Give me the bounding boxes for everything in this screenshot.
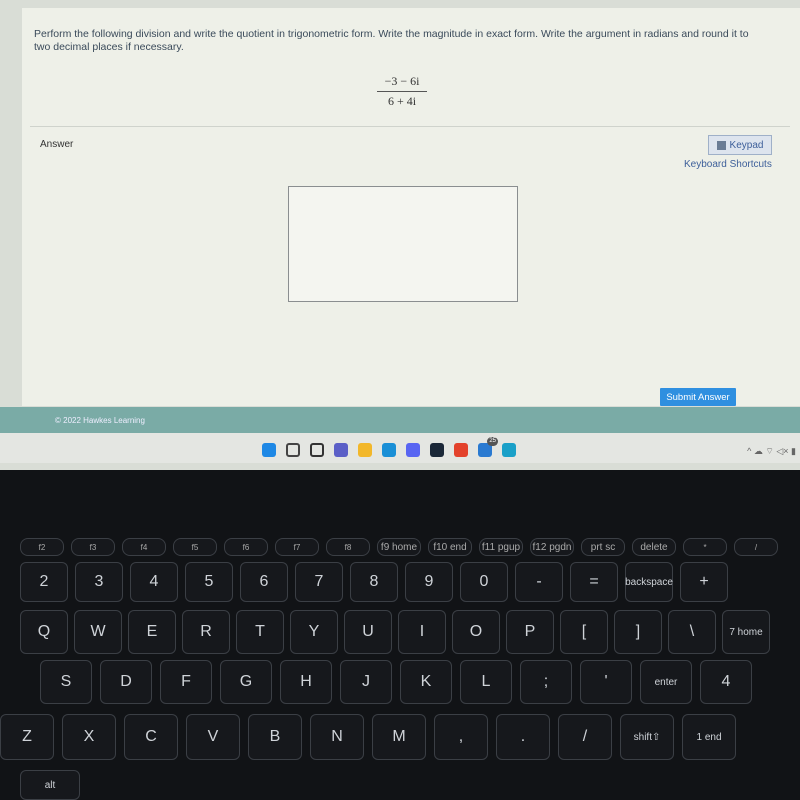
system-tray[interactable]: ^ ☁ ⌔ ◁× ▮ — [747, 446, 796, 457]
mail-icon[interactable]: 25 — [478, 437, 498, 457]
key-9-num_row[interactable]: - — [515, 562, 563, 602]
key-8-q_row[interactable]: O — [452, 610, 500, 654]
edge-dev-icon[interactable] — [502, 443, 516, 457]
submit-answer-button[interactable]: Submit Answer — [660, 388, 736, 406]
key-1-a_row[interactable]: D — [100, 660, 152, 704]
file-explorer-icon[interactable] — [358, 443, 372, 457]
key-3-q_row[interactable]: R — [182, 610, 230, 654]
key-8-num_row[interactable]: 0 — [460, 562, 508, 602]
key-5-a_row[interactable]: J — [340, 660, 392, 704]
key-8-fn_row[interactable]: f10 end — [428, 538, 472, 556]
key-3-fn_row[interactable]: f5 — [173, 538, 217, 556]
key-3-a_row[interactable]: G — [220, 660, 272, 704]
key-7-a_row[interactable]: L — [460, 660, 512, 704]
key-2-a_row[interactable]: F — [160, 660, 212, 704]
question-text: Perform the following division and write… — [34, 28, 749, 53]
key-4-num_row[interactable]: 6 — [240, 562, 288, 602]
key-1-z_row[interactable]: X — [62, 714, 116, 760]
key-11-a_row[interactable]: 4 — [700, 660, 752, 704]
taskbar: 25 ^ ☁ ⌔ ◁× ▮ — [0, 433, 800, 463]
question-page: Perform the following division and write… — [22, 8, 800, 406]
key-2-q_row[interactable]: E — [128, 610, 176, 654]
key-0-num_row[interactable]: 2 — [20, 562, 68, 602]
keypad-label: Keypad — [729, 139, 764, 151]
key-14-fn_row[interactable]: / — [734, 538, 778, 556]
edge-icon[interactable] — [382, 443, 396, 457]
key-3-num_row[interactable]: 5 — [185, 562, 233, 602]
search-icon[interactable] — [286, 443, 300, 457]
key-1-q_row[interactable]: W — [74, 610, 122, 654]
key-0-fn_row[interactable]: f2 — [20, 538, 64, 556]
key-0-q_row[interactable]: Q — [20, 610, 68, 654]
key-10-a_row[interactable]: enter — [640, 660, 692, 704]
key-7-num_row[interactable]: 9 — [405, 562, 453, 602]
key-11-fn_row[interactable]: prt sc — [581, 538, 625, 556]
key-0-a_row[interactable]: S — [40, 660, 92, 704]
key-2-fn_row[interactable]: f4 — [122, 538, 166, 556]
mail-badge: 25 — [487, 437, 498, 446]
key-4-q_row[interactable]: T — [236, 610, 284, 654]
key-10-fn_row[interactable]: f12 pgdn — [530, 538, 574, 556]
key-5-fn_row[interactable]: f7 — [275, 538, 319, 556]
key-11-q_row[interactable]: ] — [614, 610, 662, 654]
key-10-num_row[interactable]: = — [570, 562, 618, 602]
windows-start-icon[interactable] — [262, 443, 276, 457]
key-6-fn_row[interactable]: f8 — [326, 538, 370, 556]
key-4-fn_row[interactable]: f6 — [224, 538, 268, 556]
key-6-q_row[interactable]: U — [344, 610, 392, 654]
key-11-num_row[interactable]: backspace — [625, 562, 673, 602]
teams-chat-icon[interactable] — [334, 443, 348, 457]
key-9-a_row[interactable]: ' — [580, 660, 632, 704]
laptop-keyboard: f2 f3 f4 f5 f6 f7 f8 f9 home f10 end f11 pgup f12 … — [0, 470, 800, 800]
fraction-expression: −3 − 6i 6 + 4i — [377, 74, 427, 109]
key-11-z_row[interactable]: 1 end — [682, 714, 736, 760]
key-10-z_row[interactable]: shift⇧ — [620, 714, 674, 760]
keyboard-shortcuts-link[interactable]: Keyboard Shortcuts — [684, 159, 772, 170]
key-5-num_row[interactable]: 7 — [295, 562, 343, 602]
key-7-fn_row[interactable]: f9 home — [377, 538, 421, 556]
office-icon[interactable] — [454, 443, 468, 457]
divider — [30, 126, 790, 127]
laptop-screen: Perform the following division and write… — [0, 0, 800, 470]
key-7-q_row[interactable]: I — [398, 610, 446, 654]
key-5-z_row[interactable]: N — [310, 714, 364, 760]
key-12-num_row[interactable]: + — [680, 562, 728, 602]
key-9-z_row[interactable]: / — [558, 714, 612, 760]
key-0-bottom_row[interactable]: alt — [20, 770, 80, 800]
key-13-q_row[interactable]: 7 home — [722, 610, 770, 654]
denominator: 6 + 4i — [387, 94, 417, 108]
key-7-z_row[interactable]: , — [434, 714, 488, 760]
key-4-a_row[interactable]: H — [280, 660, 332, 704]
steam-icon[interactable] — [430, 443, 444, 457]
copyright: © 2022 Hawkes Learning — [55, 416, 145, 425]
key-8-a_row[interactable]: ; — [520, 660, 572, 704]
key-13-fn_row[interactable]: * — [683, 538, 727, 556]
key-5-q_row[interactable]: Y — [290, 610, 338, 654]
footer: © 2022 Hawkes Learning — [0, 407, 800, 433]
key-8-z_row[interactable]: . — [496, 714, 550, 760]
key-12-fn_row[interactable]: delete — [632, 538, 676, 556]
key-6-a_row[interactable]: K — [400, 660, 452, 704]
calculator-icon — [716, 140, 726, 150]
key-9-q_row[interactable]: P — [506, 610, 554, 654]
key-10-q_row[interactable]: [ — [560, 610, 608, 654]
key-0-z_row[interactable]: Z — [0, 714, 54, 760]
key-4-z_row[interactable]: B — [248, 714, 302, 760]
key-6-z_row[interactable]: M — [372, 714, 426, 760]
answer-label: Answer — [40, 139, 74, 150]
answer-input[interactable] — [288, 186, 518, 302]
keypad-button[interactable]: Keypad — [708, 135, 772, 155]
task-view-icon[interactable] — [310, 443, 324, 457]
key-12-q_row[interactable]: \ — [668, 610, 716, 654]
key-1-fn_row[interactable]: f3 — [71, 538, 115, 556]
discord-icon[interactable] — [406, 443, 420, 457]
key-9-fn_row[interactable]: f11 pgup — [479, 538, 523, 556]
key-3-z_row[interactable]: V — [186, 714, 240, 760]
key-2-num_row[interactable]: 4 — [130, 562, 178, 602]
key-2-z_row[interactable]: C — [124, 714, 178, 760]
numerator: −3 − 6i — [377, 74, 427, 92]
key-1-num_row[interactable]: 3 — [75, 562, 123, 602]
key-6-num_row[interactable]: 8 — [350, 562, 398, 602]
